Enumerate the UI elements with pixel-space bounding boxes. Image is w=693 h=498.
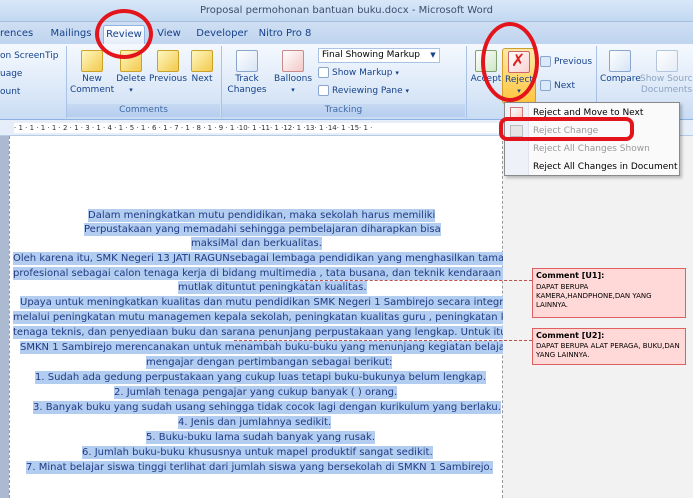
show-markup-label: Show Markup — [332, 68, 393, 78]
track-changes-button[interactable]: Track Changes — [225, 50, 269, 96]
balloons-button[interactable]: Balloons ▾ — [271, 50, 315, 96]
previous-change-button[interactable]: Previous — [540, 56, 592, 69]
annotation-circle-reject-button — [481, 22, 539, 102]
previous-arrow-icon — [540, 56, 551, 67]
new-comment-button[interactable]: New Comment — [70, 50, 114, 96]
doc-line-3: maksiMal dan berkualitas. — [191, 237, 322, 250]
balloons-icon — [282, 50, 304, 72]
screentip-button[interactable]: on ScreenTip — [0, 50, 58, 63]
doc-line-1: Dalam meningkatkan mutu pendidikan, maka… — [88, 209, 436, 222]
next-comment-icon — [191, 50, 213, 72]
doc-line-8: melalui peningkatan mutu managemen kepal… — [13, 311, 540, 324]
next-comment-label: Next — [191, 74, 213, 84]
chevron-down-icon: ▾ — [405, 87, 410, 95]
menu-item-label: Reject All Changes Shown — [533, 144, 650, 154]
next-arrow-icon — [540, 80, 551, 91]
track-changes-icon — [236, 50, 258, 72]
show-source-icon — [655, 50, 678, 72]
compare-button[interactable]: Compare — [600, 50, 641, 85]
chevron-down-icon: ▾ — [395, 69, 399, 77]
doc-list-item-2: 2. Jumlah tenaga pengajar yang cukup ban… — [114, 386, 398, 399]
annotation-circle-review-tab — [95, 9, 153, 59]
doc-list-item-6: 6. Jumlah buku-buku khususnya untuk mape… — [82, 446, 433, 459]
doc-list-item-3: 3. Banyak buku yang sudah usang sehingga… — [33, 401, 501, 414]
doc-line-11: mengajar dengan pertimbangan sebagai ber… — [146, 356, 393, 369]
chevron-down-icon: ▼ — [430, 51, 436, 59]
menu-item-reject-all-in-document[interactable]: Reject All Changes in Document — [505, 158, 679, 176]
delete-comment-label: Delete — [116, 74, 146, 84]
doc-line-4: Oleh karena itu, SMK Negeri 13 JATI RAGU… — [13, 252, 521, 265]
word-window: Proposal permohonan bantuan buku.docx - … — [0, 0, 693, 498]
group-separator — [466, 46, 467, 118]
language-label: uage — [0, 69, 23, 79]
display-for-review-select[interactable]: Final Showing Markup ▼ — [318, 48, 440, 63]
show-source-label: Show Source Documents — [640, 74, 693, 95]
screentip-label: on ScreenTip — [0, 51, 59, 61]
reviewing-pane-icon — [318, 85, 329, 96]
previous-comment-icon — [157, 50, 179, 72]
new-comment-icon — [81, 50, 103, 72]
new-comment-label: New Comment — [70, 74, 115, 95]
comment-2-body: DAPAT BERUPA ALAT PERAGA, BUKU,DAN YANG … — [536, 342, 680, 359]
balloons-label: Balloons — [273, 74, 313, 84]
menu-item-reject-all-shown[interactable]: Reject All Changes Shown — [505, 140, 679, 158]
comments-group-label: Comments — [67, 104, 220, 117]
tab-developer[interactable]: Developer — [196, 25, 248, 44]
compare-label: Compare — [600, 74, 641, 84]
doc-list-item-7: 7. Minat belajar siswa tinggi terlihat d… — [26, 461, 493, 474]
comment-balloon-2[interactable]: Comment [U2]: DAPAT BERUPA ALAT PERAGA, … — [532, 328, 686, 365]
reviewing-pane-button[interactable]: Reviewing Pane ▾ — [318, 85, 409, 98]
language-button[interactable]: uage — [0, 68, 22, 81]
tab-view[interactable]: View — [153, 25, 185, 44]
menu-item-label: Reject All Changes in Document — [533, 162, 678, 172]
show-markup-button[interactable]: Show Markup ▾ — [318, 67, 399, 80]
delete-dropdown-arrow[interactable]: ▾ — [114, 85, 148, 96]
tracking-group-label: Tracking — [222, 104, 465, 117]
comment-2-title: Comment [U2]: — [536, 331, 605, 340]
word-count-button[interactable]: ount — [0, 86, 20, 99]
comment-1-title: Comment [U1]: — [536, 271, 605, 280]
tab-nitro-pro[interactable]: Nitro Pro 8 — [256, 25, 314, 44]
doc-line-7: Upaya untuk meningkatkan kualitas dan mu… — [20, 296, 522, 309]
previous-comment-button[interactable]: Previous — [148, 50, 188, 85]
ruler-ticks: · 1 · 1 · 1 · 1 · 2 · 1 · 3 · 1 · 4 · 1 … — [14, 124, 373, 132]
doc-line-2: Perpustakaan yang memadahi sehingga pemb… — [84, 223, 441, 236]
doc-list-item-1: 1. Sudah ada gedung perpustakaan yang cu… — [35, 371, 486, 384]
next-comment-button[interactable]: Next — [188, 50, 216, 85]
tab-mailings[interactable]: Mailings — [48, 25, 94, 44]
annotation-box-reject-change — [499, 117, 634, 141]
compare-icon — [609, 50, 631, 72]
doc-list-item-4: 4. Jenis dan jumlahnya sedikit. — [178, 416, 332, 429]
track-changes-label: Track Changes — [227, 74, 267, 95]
show-source-documents-button[interactable]: Show Source Documents — [640, 50, 693, 96]
doc-list-item-5: 5. Buku-buku lama sudah banyak yang rusa… — [146, 431, 376, 444]
comment-1-body: DAPAT BERUPA KAMERA,HANDPHONE,DAN YANG L… — [536, 283, 652, 309]
previous-comment-label: Previous — [148, 74, 188, 84]
comment-balloon-1[interactable]: Comment [U1]: DAPAT BERUPA KAMERA,HANDPH… — [532, 268, 686, 318]
word-count-label: ount — [0, 87, 21, 97]
document-page[interactable]: Dalam meningkatkan mutu pendidikan, maka… — [9, 136, 540, 498]
doc-line-5: profesional sebagai calon tenaga kerja d… — [13, 267, 537, 280]
comment-2-connector — [234, 340, 532, 341]
doc-line-10: SMKN 1 Sambirejo merencanakan untuk mena… — [20, 341, 510, 354]
tab-references[interactable]: rences — [0, 25, 44, 44]
previous-change-label: Previous — [554, 57, 593, 67]
next-change-button[interactable]: Next — [540, 80, 575, 93]
reviewing-pane-label: Reviewing Pane — [332, 86, 403, 96]
show-markup-icon — [318, 67, 329, 78]
doc-line-9: tenaga teknis, dan penyediaan buku dan s… — [13, 326, 522, 339]
balloons-dropdown-arrow[interactable]: ▾ — [271, 85, 315, 96]
next-change-label: Next — [554, 81, 575, 91]
doc-line-6: mutlak dituntut peningkatan kualitas. — [178, 281, 367, 294]
comment-1-connector — [300, 280, 532, 281]
display-for-review-value: Final Showing Markup — [322, 50, 420, 60]
